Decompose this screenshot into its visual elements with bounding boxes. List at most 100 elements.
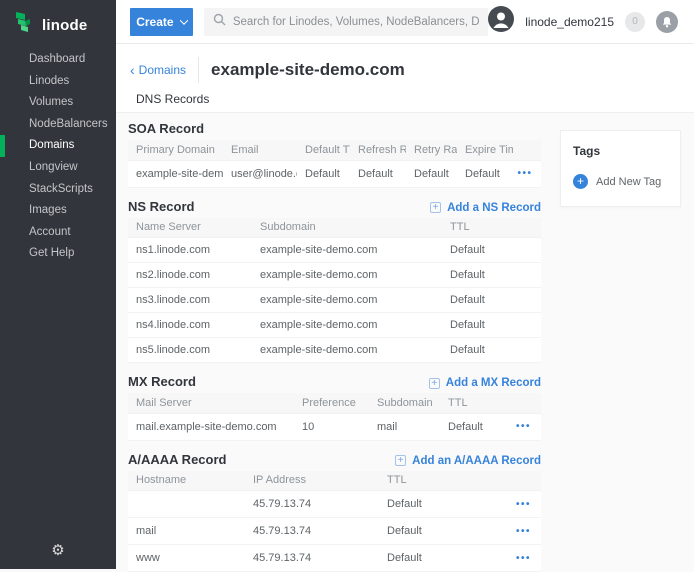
page-title: example-site-demo.com <box>211 60 405 80</box>
mx-section-title: MX Record <box>128 374 196 389</box>
add-mx-record-button[interactable]: + Add a MX Record <box>429 377 541 389</box>
add-ns-record-label: Add a NS Record <box>447 202 541 214</box>
column-header: TTL <box>379 471 510 491</box>
column-header: Preference <box>294 393 369 413</box>
table-row: mail.example-site-demo.com 10 mail Defau… <box>128 413 541 440</box>
sidebar-item-account[interactable]: Account <box>0 222 116 244</box>
ns-subdomain: example-site-demo.com <box>252 338 442 363</box>
add-ns-record-button[interactable]: + Add a NS Record <box>430 202 541 214</box>
ns-ttl: Default <box>442 263 541 288</box>
ns-ttl: Default <box>442 313 541 338</box>
main-content: SOA Record Primary Domain Email Default … <box>116 113 694 569</box>
column-header-actions <box>510 471 541 491</box>
mx-section-header: MX Record + Add a MX Record <box>128 374 541 389</box>
column-header: Mail Server <box>128 393 294 413</box>
chevron-left-icon: ‹ <box>130 65 135 75</box>
mx-record-table: Mail Server Preference Subdomain TTL mai… <box>128 393 541 441</box>
tab-dns-records[interactable]: DNS Records <box>130 92 216 115</box>
column-header: Refresh Rate <box>350 140 406 160</box>
search-box[interactable] <box>204 8 488 36</box>
create-button[interactable]: Create <box>130 8 193 36</box>
sidebar-item-domains[interactable]: Domains <box>0 135 116 157</box>
mx-header-row: Mail Server Preference Subdomain TTL <box>128 393 541 413</box>
a-ttl: Default <box>379 545 510 572</box>
ns-ttl: Default <box>442 288 541 313</box>
a-ip-address: 45.79.13.74 <box>245 518 379 545</box>
aaaa-header-row: Hostname IP Address TTL <box>128 471 541 491</box>
ns-record-table: Name Server Subdomain TTL ns1.linode.com… <box>128 218 541 364</box>
linode-logo-text: linode <box>42 17 87 34</box>
ns-header-row: Name Server Subdomain TTL <box>128 218 541 238</box>
column-header-actions <box>510 393 541 413</box>
table-row: ns5.linode.com example-site-demo.com Def… <box>128 338 541 363</box>
add-aaaa-record-button[interactable]: + Add an A/AAAA Record <box>395 455 541 467</box>
aaaa-section-header: A/AAAA Record + Add an A/AAAA Record <box>128 452 541 467</box>
table-row: mail 45.79.13.74 Default ••• <box>128 518 541 545</box>
sidebar-item-images[interactable]: Images <box>0 200 116 222</box>
sidebar-item-volumes[interactable]: Volumes <box>0 92 116 114</box>
chevron-down-icon <box>179 16 187 24</box>
more-options-icon[interactable]: ••• <box>510 545 541 572</box>
breadcrumb-label: Domains <box>139 63 186 77</box>
ns-subdomain: example-site-demo.com <box>252 288 442 313</box>
ns-subdomain: example-site-demo.com <box>252 263 442 288</box>
sidebar-item-dashboard[interactable]: Dashboard <box>0 49 116 71</box>
ns-ttl: Default <box>442 238 541 263</box>
column-header: Retry Rate <box>406 140 457 160</box>
notification-count-badge[interactable]: 0 <box>625 12 645 32</box>
aaaa-record-table: Hostname IP Address TTL 45.79.13.74 Defa… <box>128 471 541 572</box>
table-row: ns3.linode.com example-site-demo.com Def… <box>128 288 541 313</box>
soa-refresh-rate: Default <box>350 160 406 187</box>
aaaa-section-title: A/AAAA Record <box>128 452 226 467</box>
page-subheader: ‹ Domains example-site-demo.com DNS Reco… <box>116 44 694 113</box>
search-input[interactable] <box>233 16 479 28</box>
sidebar-item-longview[interactable]: Longview <box>0 157 116 179</box>
a-ip-address: 45.79.13.74 <box>245 491 379 518</box>
more-options-icon[interactable]: ••• <box>513 160 541 187</box>
mx-mail-server: mail.example-site-demo.com <box>128 413 294 440</box>
bell-icon[interactable] <box>656 11 678 33</box>
avatar[interactable] <box>488 6 514 37</box>
gear-icon[interactable]: ⚙ <box>0 541 116 559</box>
soa-section-header: SOA Record <box>128 121 541 136</box>
mx-ttl: Default <box>440 413 510 440</box>
breadcrumb[interactable]: ‹ Domains <box>130 63 186 77</box>
ns-name-server: ns5.linode.com <box>128 338 252 363</box>
a-hostname <box>128 491 245 518</box>
ns-section-header: NS Record + Add a NS Record <box>128 199 541 214</box>
linode-logo[interactable]: linode <box>0 0 116 40</box>
add-new-tag-label: Add New Tag <box>596 176 661 188</box>
ns-ttl: Default <box>442 338 541 363</box>
plus-circle-icon: + <box>573 174 588 189</box>
column-header: Subdomain <box>369 393 440 413</box>
sidebar-item-get-help[interactable]: Get Help <box>0 243 116 265</box>
a-ip-address: 45.79.13.74 <box>245 545 379 572</box>
a-hostname: mail <box>128 518 245 545</box>
soa-default-ttl: Default <box>297 160 350 187</box>
add-new-tag-button[interactable]: + Add New Tag <box>573 174 668 189</box>
more-options-icon[interactable]: ••• <box>510 518 541 545</box>
sidebar-item-stackscripts[interactable]: StackScripts <box>0 179 116 201</box>
sidebar-item-linodes[interactable]: Linodes <box>0 71 116 93</box>
sidebar-item-nodebalancers[interactable]: NodeBalancers <box>0 114 116 136</box>
column-header: Name Server <box>128 218 252 238</box>
plus-square-icon: + <box>395 455 406 466</box>
username[interactable]: linode_demo215 <box>525 15 614 29</box>
more-options-icon[interactable]: ••• <box>510 413 541 440</box>
plus-square-icon: + <box>429 378 440 389</box>
column-header: Email <box>223 140 297 160</box>
a-ttl: Default <box>379 491 510 518</box>
sidebar: linode Dashboard Linodes Volumes NodeBal… <box>0 0 116 569</box>
ns-name-server: ns3.linode.com <box>128 288 252 313</box>
header-right: linode_demo215 0 <box>488 6 694 37</box>
more-options-icon[interactable]: ••• <box>510 491 541 518</box>
a-hostname: www <box>128 545 245 572</box>
column-header: Subdomain <box>252 218 442 238</box>
ns-name-server: ns2.linode.com <box>128 263 252 288</box>
plus-square-icon: + <box>430 202 441 213</box>
column-header: Primary Domain <box>128 140 223 160</box>
ns-name-server: ns4.linode.com <box>128 313 252 338</box>
mx-preference: 10 <box>294 413 369 440</box>
add-mx-record-label: Add a MX Record <box>446 377 541 389</box>
soa-expire-time: Default <box>457 160 513 187</box>
